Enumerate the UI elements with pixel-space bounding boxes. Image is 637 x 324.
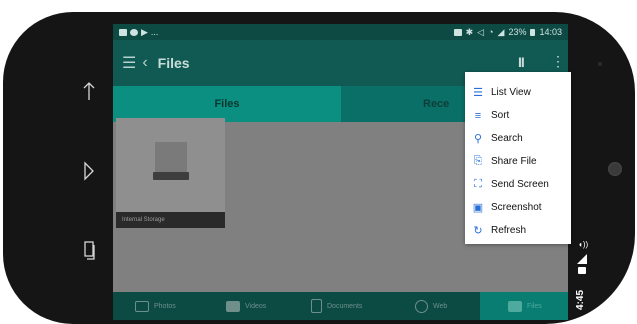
refresh-icon: ↻ (473, 225, 483, 237)
status-more: ... (150, 27, 159, 37)
send-screen-icon: ⛶ (474, 178, 482, 190)
menu-item-sort[interactable]: ≡ Sort (465, 104, 571, 127)
overflow-menu: ☰ List View ≡ Sort ⚲ Search ⎘ Share File… (465, 72, 571, 244)
search-icon: ⚲ (473, 133, 483, 145)
pause-icon[interactable]: II (518, 54, 525, 70)
globe-icon (415, 299, 428, 313)
list-icon: ☰ (473, 87, 483, 99)
menu-item-label: List View (491, 87, 531, 98)
photo-icon (135, 300, 149, 312)
signal-icon (577, 254, 587, 264)
storage-label: Internal Storage (116, 212, 225, 228)
menu-item-label: Send Screen (491, 179, 549, 190)
menu-item-label: Refresh (491, 225, 527, 236)
tab-files[interactable]: Files (113, 86, 341, 122)
more-options-icon[interactable]: ⋮ (551, 53, 565, 70)
stage: ▶ ... ✱ ◁ ◔ ◢ 23% 14:03 ☰ ‹ Files II ⋮ F… (0, 0, 637, 324)
status-bar: ▶ ... ✱ ◁ ◔ ◢ 23% 14:03 (113, 24, 568, 40)
menu-item-screenshot[interactable]: ▣ Screenshot (465, 196, 571, 219)
image-icon (119, 28, 127, 36)
bottom-nav-photos[interactable]: Photos (135, 292, 176, 320)
menu-item-label: Share File (491, 156, 537, 167)
bottom-nav-label: Photos (154, 302, 176, 310)
wifi-icon: ◔ (488, 27, 494, 37)
up-arrow-icon[interactable] (80, 78, 98, 104)
sort-icon: ≡ (474, 109, 482, 122)
screenshot-icon: ▣ (472, 202, 484, 214)
mute-icon: ◁ (477, 26, 485, 37)
bottom-nav-label: Videos (245, 302, 267, 310)
bottom-nav-label: Files (527, 302, 542, 310)
bottom-nav-videos[interactable]: Videos (226, 292, 266, 320)
emulator-nav (66, 24, 112, 320)
hamburger-menu-icon[interactable]: ☰ (122, 53, 136, 73)
status-time: 14:03 (539, 27, 562, 37)
bottom-nav-files[interactable]: Files (480, 292, 568, 320)
status-right: ✱ ◁ ◔ ◢ 23% 14:03 (453, 26, 562, 38)
menu-item-search[interactable]: ⚲ Search (465, 127, 571, 150)
menu-item-send-screen[interactable]: ⛶ Send Screen (465, 173, 571, 196)
right-arrow-icon[interactable] (80, 158, 98, 184)
bottom-nav-label: Documents (327, 302, 363, 310)
sync-icon (130, 28, 138, 36)
bottom-nav-label: Web (433, 302, 448, 310)
status-left: ▶ ... (119, 27, 158, 38)
video-icon (226, 300, 240, 312)
emulator-side-status: ◖)) 4:45 (572, 232, 592, 316)
internal-storage-card[interactable]: Internal Storage (116, 118, 225, 228)
share-icon: ⎘ (473, 155, 483, 167)
menu-item-list-view[interactable]: ☰ List View (465, 81, 571, 104)
hard-drive-icon (153, 142, 189, 180)
folder-icon (508, 300, 522, 312)
menu-item-share-file[interactable]: ⎘ Share File (465, 150, 571, 173)
recents-icon[interactable] (80, 238, 98, 264)
bluetooth-icon: ✱ (465, 26, 474, 37)
volume-icon: ◖)) (578, 240, 589, 249)
menu-item-label: Screenshot (491, 202, 542, 213)
menu-item-label: Sort (491, 110, 510, 121)
battery-icon (530, 28, 536, 36)
battery-percent: 23% (508, 27, 527, 37)
camera (598, 62, 602, 66)
nfc-icon (453, 28, 462, 36)
proximity-sensor (608, 162, 622, 176)
bottom-nav: Photos Videos Documents Web Files (113, 292, 568, 320)
page-title: Files (157, 55, 190, 71)
play-icon: ▶ (141, 26, 148, 37)
document-icon (311, 299, 322, 313)
signal-icon: ◢ (497, 26, 505, 37)
menu-item-label: Search (491, 133, 523, 144)
battery-icon (578, 267, 586, 274)
bottom-nav-documents[interactable]: Documents (311, 292, 362, 320)
bottom-nav-web[interactable]: Web (415, 292, 447, 320)
back-icon[interactable]: ‹ (142, 54, 147, 72)
side-time: 4:45 (575, 289, 586, 310)
menu-item-refresh[interactable]: ↻ Refresh (465, 219, 571, 242)
